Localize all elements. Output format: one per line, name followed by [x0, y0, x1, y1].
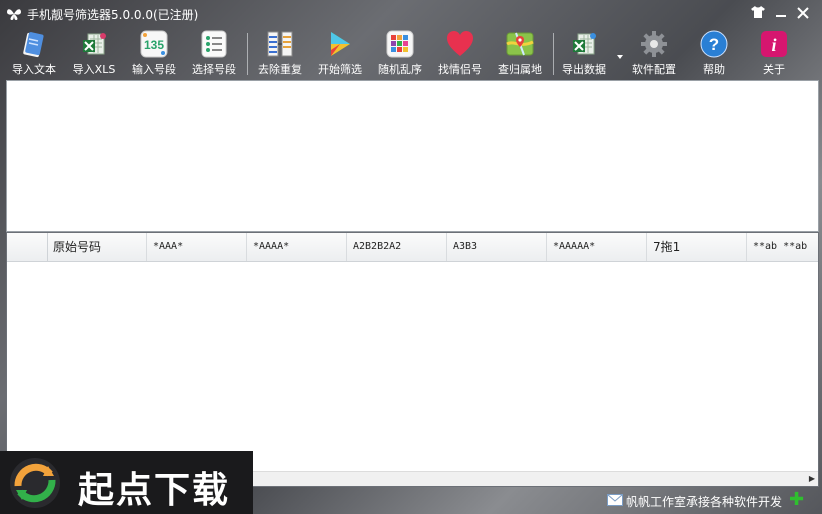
- start-filter-label: 开始筛选: [318, 63, 362, 76]
- random-shuffle-label: 随机乱序: [378, 63, 422, 76]
- random-shuffle-button[interactable]: 随机乱序: [370, 28, 430, 78]
- remove-duplicates-button[interactable]: 去除重复: [250, 28, 310, 78]
- help-label: 帮助: [703, 63, 725, 76]
- skin-shirt-icon[interactable]: [750, 6, 766, 22]
- shuffle-grid-icon: [386, 30, 414, 58]
- help-icon: ?: [700, 30, 728, 58]
- about-button[interactable]: i 关于: [744, 28, 804, 78]
- map-icon: [506, 30, 534, 58]
- watermark-logo-icon: [8, 456, 62, 510]
- import-text-label: 导入文本: [12, 63, 56, 76]
- notepad-icon: [20, 30, 48, 58]
- window-title: 手机靓号筛选器5.0.0.0(已注册): [27, 8, 199, 22]
- select-segment-label: 选择号段: [192, 63, 236, 76]
- svg-text:135: 135: [144, 38, 164, 52]
- svg-text:i: i: [771, 35, 776, 55]
- export-data-label: 导出数据: [562, 63, 606, 76]
- remove-duplicates-label: 去除重复: [258, 63, 302, 76]
- import-xls-label: 导入XLS: [72, 63, 116, 76]
- input-segment-button[interactable]: 135 输入号段: [124, 28, 184, 78]
- lookup-location-label: 查归属地: [498, 63, 542, 76]
- column-header-abab[interactable]: **ab **ab: [747, 233, 818, 261]
- input-segment-label: 输入号段: [132, 63, 176, 76]
- info-icon: i: [760, 30, 788, 58]
- plus-icon[interactable]: ✚: [789, 491, 804, 509]
- svg-text:?: ?: [709, 35, 719, 54]
- scroll-right-arrow-icon[interactable]: ▶: [809, 474, 815, 483]
- column-header-aaa[interactable]: *AAA*: [147, 233, 247, 261]
- about-label: 关于: [763, 63, 785, 76]
- column-header-original-number[interactable]: 原始号码: [47, 233, 147, 261]
- find-couple-number-button[interactable]: 找情侣号: [430, 28, 490, 78]
- column-header-aaaaa[interactable]: *AAAAA*: [547, 233, 647, 261]
- column-header-a3b3[interactable]: A3B3: [447, 233, 547, 261]
- heart-icon: [446, 30, 474, 58]
- column-header-aaaa[interactable]: *AAAA*: [247, 233, 347, 261]
- watermark-text: 起点下载: [78, 470, 231, 511]
- gear-icon: [640, 30, 668, 58]
- column-header-7-tuo-1[interactable]: 7拖1: [647, 233, 747, 261]
- butterfly-logo-icon: [6, 6, 22, 22]
- minimize-button[interactable]: [773, 6, 789, 22]
- excel-export-icon: [570, 30, 598, 58]
- close-button[interactable]: [795, 6, 811, 22]
- grid-header: 原始号码 *AAA* *AAAA* A2B2B2A2 A3B3 *AAAAA* …: [7, 233, 818, 262]
- number-135-icon: 135: [140, 30, 168, 58]
- status-text[interactable]: 帆帆工作室承接各种软件开发: [626, 493, 782, 510]
- import-text-button[interactable]: 导入文本: [4, 28, 64, 78]
- select-segment-button[interactable]: 选择号段: [184, 28, 244, 78]
- export-data-button[interactable]: 导出数据: [554, 28, 614, 78]
- excel-import-icon: [80, 30, 108, 58]
- number-input-area[interactable]: [6, 80, 819, 232]
- mail-icon: [607, 494, 623, 506]
- export-dropdown-arrow-icon[interactable]: [616, 50, 624, 59]
- results-grid[interactable]: 原始号码 *AAA* *AAAA* A2B2B2A2 A3B3 *AAAAA* …: [6, 232, 819, 487]
- help-button[interactable]: ? 帮助: [684, 28, 744, 78]
- software-settings-label: 软件配置: [632, 63, 676, 76]
- list-icon: [200, 30, 228, 58]
- toolbar: 导入文本 导入XLS 135 输入号段 选择号段 去除重复 开始筛选 随机乱序 …: [0, 28, 822, 78]
- dedupe-icon: [266, 30, 294, 58]
- column-header-a2b2b2a2[interactable]: A2B2B2A2: [347, 233, 447, 261]
- lookup-location-button[interactable]: 查归属地: [490, 28, 550, 78]
- grid-row-header-corner: [7, 233, 48, 261]
- software-settings-button[interactable]: 软件配置: [624, 28, 684, 78]
- start-filter-button[interactable]: 开始筛选: [310, 28, 370, 78]
- find-couple-number-label: 找情侣号: [438, 63, 482, 76]
- play-icon: [326, 30, 354, 58]
- import-xls-button[interactable]: 导入XLS: [64, 28, 124, 78]
- download-site-watermark: 起点下载: [0, 451, 253, 514]
- title-bar: 手机靓号筛选器5.0.0.0(已注册): [0, 0, 822, 28]
